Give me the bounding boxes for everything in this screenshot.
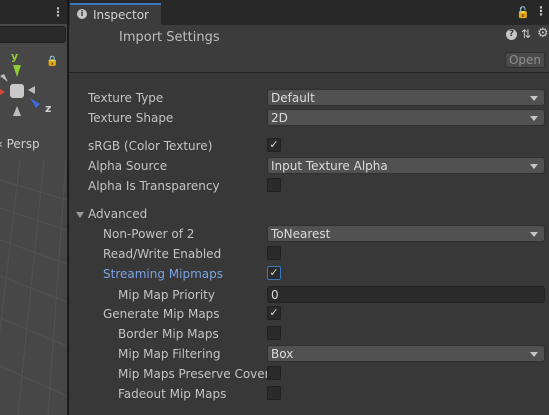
texture-type-row: Texture Type Default bbox=[69, 89, 549, 109]
texture-type-label: Texture Type bbox=[88, 91, 164, 105]
mip-map-filtering-row: Mip Map Filtering Box bbox=[69, 345, 549, 365]
texture-shape-dropdown[interactable]: 2D bbox=[267, 109, 545, 126]
alpha-source-value: Input Texture Alpha bbox=[271, 159, 388, 173]
generate-mip-maps-row: Generate Mip Maps ✓ bbox=[69, 305, 549, 325]
scene-menu-kebab-icon[interactable]: ⋮ bbox=[52, 5, 64, 19]
texture-shape-value: 2D bbox=[271, 111, 288, 125]
preserve-coverage-row: Mip Maps Preserve Coverage bbox=[69, 365, 549, 385]
read-write-checkbox[interactable] bbox=[267, 246, 281, 260]
non-power-of-2-dropdown[interactable]: ToNearest bbox=[267, 225, 545, 242]
alpha-transparency-row: Alpha Is Transparency bbox=[69, 177, 549, 197]
projection-label[interactable]: ‹ Persp bbox=[0, 137, 40, 151]
srgb-row: sRGB (Color Texture) ✓ bbox=[69, 137, 549, 157]
gizmo-y-axis-cone[interactable] bbox=[13, 65, 21, 77]
scene-toolbar: ⋮ bbox=[0, 0, 67, 24]
gizmo-neg-y-cone[interactable] bbox=[13, 106, 21, 116]
mip-map-filtering-dropdown[interactable]: Box bbox=[267, 345, 545, 362]
dropdown-arrow-icon bbox=[530, 96, 538, 101]
border-mip-maps-row: Border Mip Maps bbox=[69, 325, 549, 345]
texture-shape-label: Texture Shape bbox=[88, 111, 174, 125]
dropdown-arrow-icon bbox=[530, 232, 538, 237]
alpha-source-dropdown[interactable]: Input Texture Alpha bbox=[267, 157, 545, 174]
read-write-label: Read/Write Enabled bbox=[103, 247, 222, 261]
fadeout-mip-maps-row: Fadeout Mip Maps bbox=[69, 385, 549, 405]
gizmo-z-axis-cone[interactable] bbox=[30, 98, 40, 108]
alpha-source-row: Alpha Source Input Texture Alpha bbox=[69, 157, 549, 177]
non-power-of-2-value: ToNearest bbox=[271, 227, 331, 241]
alpha-transparency-checkbox[interactable] bbox=[267, 178, 281, 192]
import-settings-header: Import Settings ? ⇅ ⚙ Open bbox=[69, 25, 549, 73]
info-icon: i bbox=[77, 9, 87, 19]
texture-type-dropdown[interactable]: Default bbox=[267, 89, 545, 106]
border-mip-maps-label: Border Mip Maps bbox=[118, 327, 219, 341]
srgb-checkbox[interactable]: ✓ bbox=[267, 138, 281, 152]
dropdown-arrow-icon bbox=[530, 352, 538, 357]
streaming-mipmaps-checkbox[interactable]: ✓ bbox=[267, 266, 281, 280]
tab-menu-kebab-icon[interactable]: ⋮ bbox=[535, 4, 547, 18]
streaming-mipmaps-label: Streaming Mipmaps bbox=[103, 267, 224, 281]
fadeout-mip-maps-checkbox[interactable] bbox=[267, 386, 281, 400]
scene-search-field[interactable] bbox=[0, 26, 66, 43]
mip-map-priority-label: Mip Map Priority bbox=[118, 288, 215, 302]
mip-map-priority-row: Mip Map Priority 0 bbox=[69, 286, 549, 306]
dropdown-arrow-icon bbox=[530, 116, 538, 121]
mip-map-priority-field[interactable]: 0 bbox=[267, 286, 545, 303]
preserve-coverage-checkbox[interactable] bbox=[267, 366, 281, 380]
preset-sliders-icon[interactable]: ⇅ bbox=[521, 27, 531, 41]
help-icon[interactable]: ? bbox=[506, 29, 517, 40]
generate-mip-maps-checkbox[interactable]: ✓ bbox=[267, 306, 281, 320]
alpha-source-label: Alpha Source bbox=[88, 159, 168, 173]
gizmo-z-label: z bbox=[45, 102, 51, 115]
dropdown-arrow-icon bbox=[530, 164, 538, 169]
lock-icon[interactable]: 🔓 bbox=[516, 6, 530, 19]
import-settings-title: Import Settings bbox=[119, 30, 220, 45]
mip-map-filtering-label: Mip Map Filtering bbox=[118, 347, 221, 361]
texture-shape-row: Texture Shape 2D bbox=[69, 109, 549, 129]
tab-inspector[interactable]: i Inspector bbox=[70, 3, 161, 25]
fadeout-mip-maps-label: Fadeout Mip Maps bbox=[118, 387, 227, 401]
non-power-of-2-label: Non-Power of 2 bbox=[103, 227, 195, 241]
scene-grid-floor bbox=[0, 160, 67, 415]
gizmo-y-label: y bbox=[11, 50, 18, 63]
tab-label: Inspector bbox=[93, 8, 149, 22]
gizmo-neg-x-cone[interactable] bbox=[28, 86, 35, 94]
gizmo-neg-z-cone[interactable] bbox=[0, 74, 8, 82]
preserve-coverage-label: Mip Maps Preserve Coverage bbox=[118, 367, 269, 381]
streaming-mipmaps-row: Streaming Mipmaps ✓ bbox=[69, 265, 549, 285]
scene-view-panel[interactable]: ⋮ y z 🔒 ‹ Persp bbox=[0, 0, 67, 415]
gizmo-x-axis-cone[interactable] bbox=[0, 87, 5, 97]
gizmo-lock-icon[interactable]: 🔒 bbox=[46, 56, 58, 67]
srgb-label: sRGB (Color Texture) bbox=[88, 139, 213, 153]
advanced-label[interactable]: Advanced bbox=[88, 207, 147, 221]
advanced-foldout[interactable]: Advanced bbox=[69, 205, 549, 225]
mip-map-priority-value: 0 bbox=[271, 288, 279, 302]
inspector-window: i Inspector 🔓 ⋮ Import Settings ? ⇅ ⚙ Op… bbox=[69, 0, 549, 415]
gear-icon[interactable]: ⚙ bbox=[537, 26, 549, 41]
mip-map-filtering-value: Box bbox=[271, 347, 294, 361]
open-button[interactable]: Open bbox=[505, 52, 545, 68]
border-mip-maps-checkbox[interactable] bbox=[267, 326, 281, 340]
gizmo-center-cube[interactable] bbox=[10, 84, 24, 98]
alpha-transparency-label: Alpha Is Transparency bbox=[88, 179, 220, 193]
inspector-tab-bar: i Inspector 🔓 ⋮ bbox=[69, 0, 549, 25]
generate-mip-maps-label: Generate Mip Maps bbox=[103, 307, 220, 321]
non-power-of-2-row: Non-Power of 2 ToNearest bbox=[69, 225, 549, 245]
read-write-row: Read/Write Enabled bbox=[69, 245, 549, 265]
texture-type-value: Default bbox=[271, 91, 315, 105]
foldout-expanded-arrow-icon[interactable] bbox=[76, 212, 84, 218]
